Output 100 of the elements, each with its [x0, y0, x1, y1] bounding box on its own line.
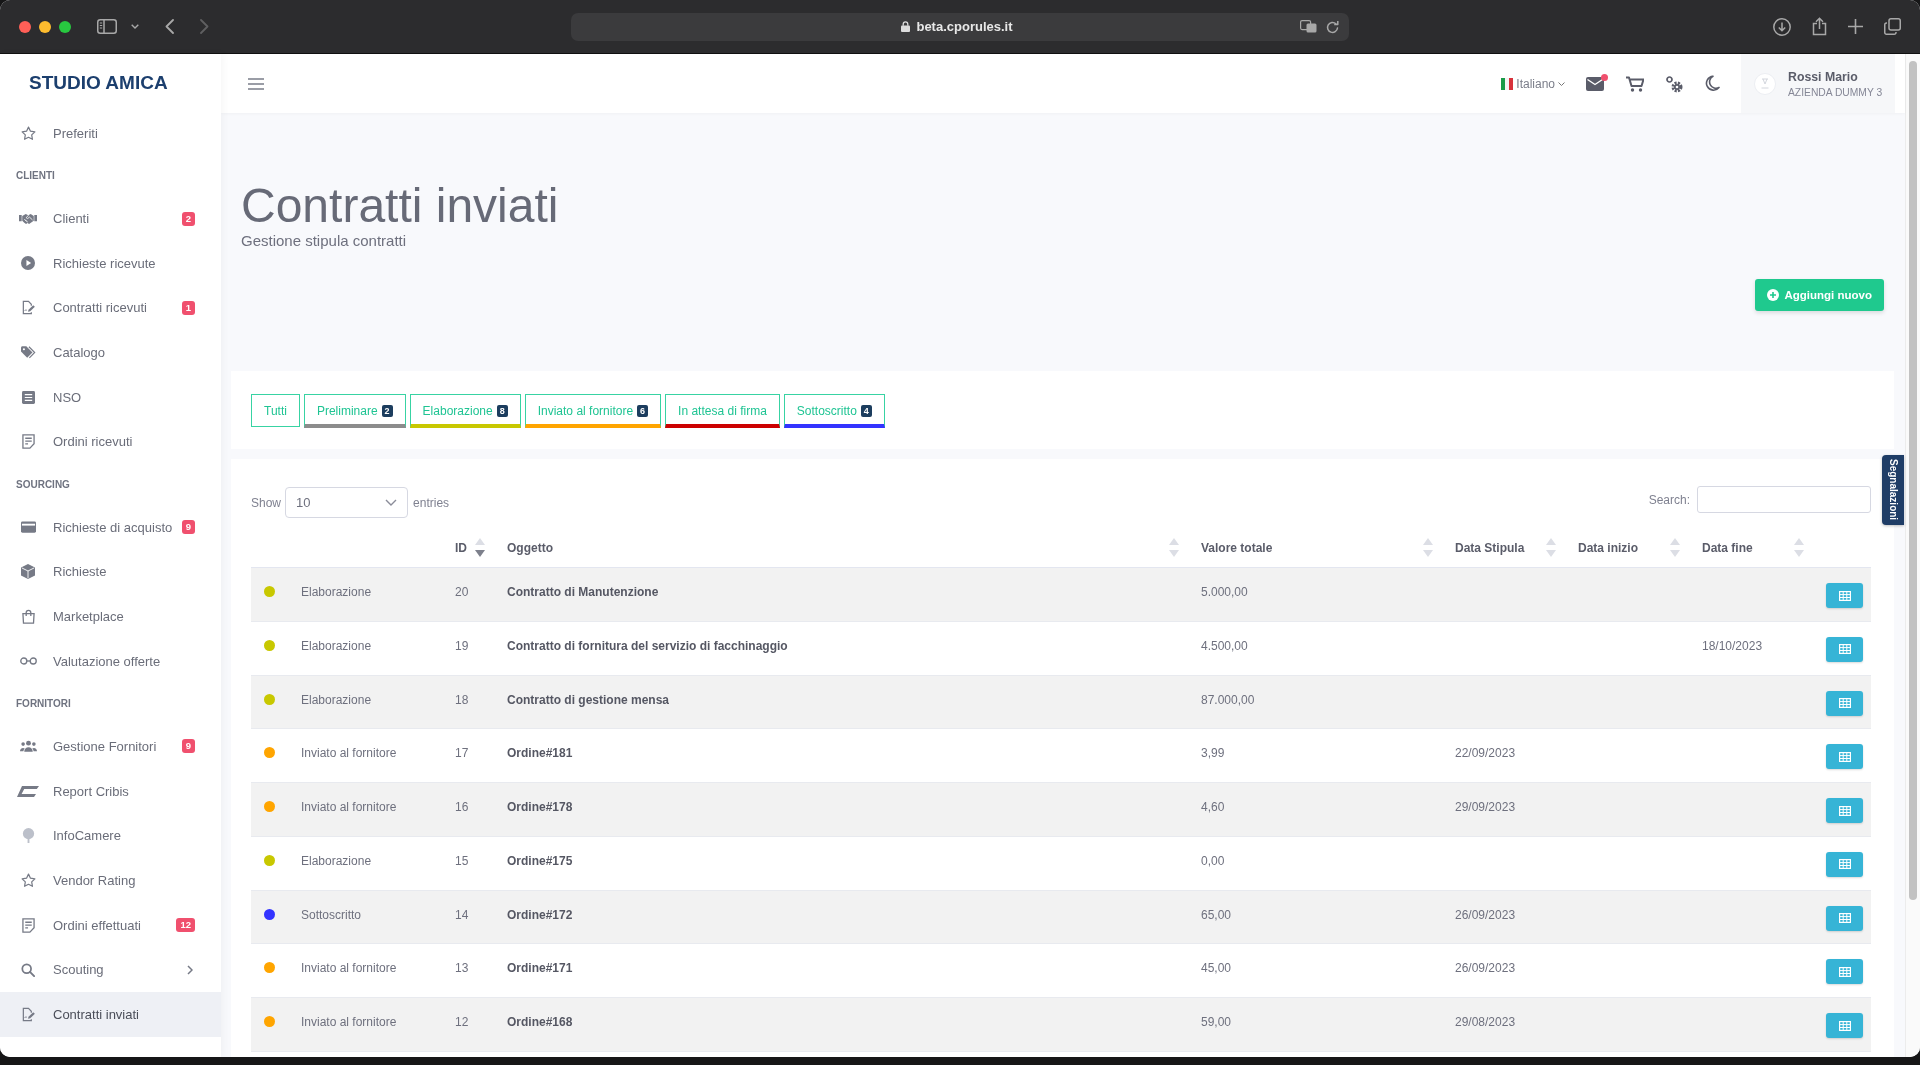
slanted-logo-icon — [17, 785, 39, 797]
page-subtitle: Gestione stipula contratti — [241, 232, 408, 250]
table-cell-text: 26/09/2023 — [1455, 906, 1517, 924]
table-cell-text: 15 — [455, 852, 470, 870]
chevron-down-icon[interactable] — [131, 24, 139, 29]
sidebar-item[interactable]: Preferiti — [0, 111, 221, 156]
side-tab[interactable]: Segnalazioni — [1882, 455, 1904, 525]
table-icon — [1838, 805, 1851, 816]
sidebar-item[interactable]: NSO — [0, 374, 221, 420]
table-icon — [1838, 913, 1851, 923]
sidebar-item[interactable]: Vendor Rating — [0, 858, 221, 903]
table-cell-text: Ordine#172 — [507, 906, 574, 924]
sidebar-item[interactable]: Richieste — [0, 549, 221, 595]
sidebar-item[interactable]: Contratti inviati — [0, 992, 221, 1037]
table-cell-text: Ordine#171 — [507, 960, 574, 978]
signed-document-icon — [20, 1007, 36, 1023]
entries-select[interactable]: 10 — [285, 487, 409, 518]
sidebar-item[interactable]: Clienti 2 — [0, 196, 221, 241]
tabs-icon[interactable] — [1884, 18, 1901, 35]
column-header[interactable]: ID — [455, 538, 507, 557]
sidebar-item[interactable]: InfoCamere — [0, 813, 221, 859]
users-icon — [19, 740, 37, 753]
list-icon — [21, 390, 35, 404]
sidebar-item[interactable]: Contratti ricevuti 1 — [0, 285, 221, 331]
table-cell-text: 17 — [455, 745, 470, 763]
table-cell-text: Ordine#178 — [507, 799, 574, 816]
avatar-icon — [1754, 72, 1776, 95]
sidebar-item[interactable]: Ordini effettuati 12 — [0, 902, 221, 948]
chevron-down-icon — [385, 499, 398, 506]
address-bar[interactable]: beta.cporules.it — [571, 12, 1349, 41]
search-field[interactable] — [1697, 486, 1871, 513]
page-title: Contratti inviati — [241, 180, 560, 232]
reload-icon[interactable] — [1326, 19, 1339, 34]
status-tab[interactable]: Preliminare 2 — [303, 394, 406, 428]
brand-logo[interactable]: STUDIO AMICA — [29, 71, 168, 94]
mail-icon[interactable] — [1586, 76, 1605, 91]
column-header[interactable]: Data fine — [1702, 538, 1826, 557]
column-header[interactable]: Data inizio — [1578, 538, 1702, 557]
search-icon — [21, 962, 35, 977]
show-label: Show — [251, 495, 282, 510]
column-header[interactable]: Valore totale — [1201, 538, 1455, 557]
settings-icon[interactable] — [1665, 74, 1683, 93]
plus-icon[interactable] — [1848, 19, 1863, 34]
count-badge: 9 — [181, 739, 195, 754]
table-icon — [1838, 966, 1851, 977]
table-cell-text: 14 — [455, 906, 470, 924]
download-icon[interactable] — [1773, 17, 1791, 36]
section-heading: FORNITORI — [15, 697, 72, 712]
cart-icon[interactable] — [1626, 75, 1644, 92]
sidebar-item[interactable]: Valutazione offerte — [0, 638, 221, 684]
table-icon — [1838, 644, 1851, 655]
sidebar-item[interactable]: Catalogo — [0, 330, 221, 375]
table-cell-text: 19 — [455, 637, 470, 655]
close-icon[interactable] — [19, 20, 31, 33]
sidebar-toggle-icon[interactable] — [97, 19, 117, 34]
section-heading: SOURCING — [15, 478, 71, 493]
count-badge: 9 — [181, 520, 195, 535]
table-cell-text: 16 — [455, 799, 470, 816]
moon-icon[interactable] — [1704, 75, 1720, 92]
menu-icon[interactable] — [248, 77, 264, 90]
document-lines-icon — [21, 917, 35, 933]
table-cell-text: Inviato al fornitore — [301, 960, 398, 978]
cube-icon — [21, 564, 35, 580]
table-icon — [1838, 698, 1851, 708]
back-icon[interactable] — [165, 19, 174, 34]
table-cell-text: 18/10/2023 — [1702, 637, 1764, 655]
count-badge: 6 — [637, 404, 649, 417]
plus-circle-icon — [1767, 289, 1780, 301]
sidebar-item[interactable]: Report Cribis — [0, 768, 221, 814]
table-cell-text: 59,00 — [1201, 1014, 1233, 1031]
sidebar-item[interactable]: Richieste di acquisto 9 — [0, 504, 221, 550]
sidebar-item[interactable]: Marketplace — [0, 594, 221, 639]
section-heading: CLIENTI — [15, 169, 56, 184]
column-header[interactable]: Data Stipula — [1455, 538, 1578, 557]
sidebar-item[interactable]: Richieste ricevute — [0, 240, 221, 286]
table-cell-text: 4.500,00 — [1201, 637, 1249, 655]
table-icon — [1838, 1020, 1851, 1031]
count-badge: 1 — [181, 300, 195, 315]
maximize-icon[interactable] — [59, 20, 71, 33]
sidebar-item[interactable]: Gestione Fornitori 9 — [0, 724, 221, 769]
sidebar-item[interactable]: Ordini ricevuti — [0, 419, 221, 465]
minimize-icon[interactable] — [39, 20, 51, 33]
sidebar-item[interactable]: Scouting — [0, 947, 221, 993]
status-tab[interactable]: Elaborazione 8 — [409, 394, 521, 428]
star-icon — [20, 125, 36, 141]
user-name: Rossi Mario — [1788, 69, 1859, 84]
user-panel[interactable]: Rossi Mario AZIENDA DUMMY 3 — [1741, 54, 1895, 113]
status-tab[interactable]: Sottoscritto 4 — [783, 394, 885, 428]
count-badge: 2 — [381, 404, 393, 417]
flag-icon — [1501, 77, 1514, 90]
scrollbar-thumb[interactable] — [1909, 61, 1917, 900]
language-selector[interactable]: Italiano — [1501, 76, 1565, 91]
credit-card-icon — [20, 521, 36, 534]
column-header[interactable]: Oggetto — [507, 538, 1201, 557]
table-cell-text: 22/09/2023 — [1455, 745, 1517, 763]
translate-icon[interactable] — [1300, 20, 1317, 33]
table-cell-text: 29/08/2023 — [1455, 1014, 1517, 1031]
company-name: AZIENDA DUMMY 3 — [1788, 86, 1883, 98]
status-tab[interactable]: Inviato al fornitore 6 — [524, 394, 662, 428]
share-icon[interactable] — [1812, 17, 1827, 36]
